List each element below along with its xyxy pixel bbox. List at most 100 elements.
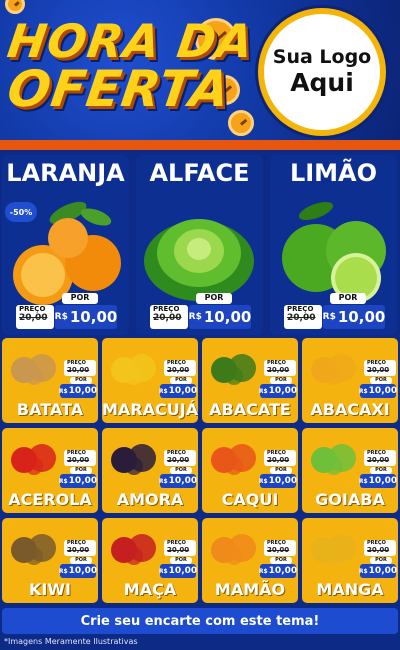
por-label: POR bbox=[370, 377, 392, 384]
price-label: PREÇO 20,00 bbox=[364, 450, 396, 466]
cta-banner[interactable]: Crie seu encarte com este tema! bbox=[2, 608, 398, 634]
header-banner: HORA DA OFERTA Sua Logo Aqui bbox=[0, 0, 400, 145]
new-price: R$ 10,00 bbox=[258, 474, 298, 488]
new-price: R$ 10,00 bbox=[258, 564, 298, 578]
product-card[interactable]: PREÇO 20,00 POR R$ 10,00 ABACATE bbox=[202, 338, 298, 423]
new-price: R$ 10,00 bbox=[158, 384, 198, 398]
product-card[interactable]: PREÇO 20,00 POR R$ 10,00 MANGA bbox=[302, 518, 398, 603]
product-name: CAQUI bbox=[221, 490, 279, 509]
new-price: R$ 10,00 bbox=[189, 305, 251, 329]
new-price: R$ 10,00 bbox=[358, 474, 398, 488]
por-label: POR bbox=[370, 557, 392, 564]
new-price: R$ 10,00 bbox=[58, 474, 98, 488]
old-price: 20,00 bbox=[287, 313, 316, 323]
featured-name: ALFACE bbox=[149, 159, 250, 187]
product-name: MANGA bbox=[316, 580, 384, 599]
old-price: 20,00 bbox=[19, 313, 48, 323]
lettuce-icon bbox=[144, 219, 254, 301]
price-label: PREÇO 20,00 bbox=[264, 360, 296, 376]
passion-fruit-icon bbox=[111, 354, 156, 385]
new-price: R$ 10,00 bbox=[158, 564, 198, 578]
product-name: MAÇA bbox=[123, 580, 177, 599]
acerola-icon bbox=[11, 444, 56, 475]
por-label: POR bbox=[330, 293, 366, 304]
guava-icon bbox=[311, 444, 356, 475]
por-label: POR bbox=[196, 293, 232, 304]
price-label: PREÇO 20,00 bbox=[364, 540, 396, 556]
por-label: POR bbox=[70, 467, 92, 474]
por-label: POR bbox=[170, 467, 192, 474]
clock-icon bbox=[5, 0, 25, 14]
price-label: PREÇO 20,00 bbox=[150, 305, 188, 329]
product-name: ABACAXI bbox=[310, 400, 390, 419]
papaya-icon bbox=[211, 534, 256, 565]
price-label: PREÇO 20,00 bbox=[264, 540, 296, 556]
logo-text-line1: Sua Logo bbox=[272, 45, 372, 68]
price-label: PREÇO 20,00 bbox=[164, 450, 196, 466]
price-label: PREÇO 20,00 bbox=[264, 450, 296, 466]
product-card[interactable]: PREÇO 20,00 POR R$ 10,00 MAMÃO bbox=[202, 518, 298, 603]
product-card[interactable]: PREÇO 20,00 POR R$ 10,00 ACEROLA bbox=[2, 428, 98, 513]
kiwi-icon bbox=[11, 534, 56, 565]
discount-badge: -50% bbox=[5, 202, 37, 222]
new-price: R$ 10,00 bbox=[258, 384, 298, 398]
logo-text-line2: Aqui bbox=[290, 67, 354, 97]
product-name: ACEROLA bbox=[8, 490, 92, 509]
featured-name: LARANJA bbox=[6, 159, 125, 187]
por-label: POR bbox=[270, 377, 292, 384]
new-price: R$ 10,00 bbox=[58, 564, 98, 578]
pineapple-icon bbox=[311, 354, 356, 385]
price-label: PREÇO 20,00 bbox=[364, 360, 396, 376]
new-price: R$ 10,00 bbox=[358, 564, 398, 578]
product-card[interactable]: PREÇO 20,00 POR R$ 10,00 KIWI bbox=[2, 518, 98, 603]
product-name: BATATA bbox=[16, 400, 84, 419]
old-price: 20,00 bbox=[153, 313, 182, 323]
price-label: PREÇO 20,00 bbox=[64, 450, 96, 466]
price-label: PREÇO 20,00 bbox=[164, 540, 196, 556]
potato-icon bbox=[11, 354, 56, 385]
product-card[interactable]: PREÇO 20,00 POR R$ 10,00 BATATA bbox=[2, 338, 98, 423]
por-label: POR bbox=[370, 467, 392, 474]
lime-icon bbox=[282, 201, 386, 303]
por-label: POR bbox=[170, 557, 192, 564]
product-name: ABACATE bbox=[209, 400, 291, 419]
price-label: PREÇO 20,00 bbox=[164, 360, 196, 376]
new-price: R$ 10,00 bbox=[158, 474, 198, 488]
price-label: PREÇO 20,00 bbox=[16, 305, 54, 329]
por-label: POR bbox=[270, 467, 292, 474]
featured-name: LIMÃO bbox=[289, 159, 378, 187]
price-label: PREÇO 20,00 bbox=[64, 360, 96, 376]
product-name: MARACUJÁ bbox=[102, 400, 198, 419]
product-card[interactable]: PREÇO 20,00 POR R$ 10,00 ABACAXI bbox=[302, 338, 398, 423]
logo-placeholder[interactable]: Sua Logo Aqui bbox=[258, 8, 386, 136]
new-price: R$ 10,00 bbox=[323, 305, 385, 329]
disclaimer: *Imagens Meramente Ilustrativas bbox=[4, 637, 138, 646]
product-card[interactable]: PREÇO 20,00 POR R$ 10,00 CAQUI bbox=[202, 428, 298, 513]
blackberry-icon bbox=[111, 444, 156, 475]
product-card[interactable]: PREÇO 20,00 POR R$ 10,00 MARACUJÁ bbox=[102, 338, 198, 423]
divider-strip bbox=[0, 140, 400, 150]
apple-icon bbox=[111, 534, 156, 565]
price-label: PREÇO 20,00 bbox=[284, 305, 322, 329]
por-label: POR bbox=[270, 557, 292, 564]
por-label: POR bbox=[62, 293, 98, 304]
new-price: R$ 10,00 bbox=[58, 384, 98, 398]
product-card[interactable]: PREÇO 20,00 POR R$ 10,00 MAÇA bbox=[102, 518, 198, 603]
persimmon-icon bbox=[211, 444, 256, 475]
product-card[interactable]: PREÇO 20,00 POR R$ 10,00 AMORA bbox=[102, 428, 198, 513]
por-label: POR bbox=[170, 377, 192, 384]
por-label: POR bbox=[70, 377, 92, 384]
title-line2: OFERTA bbox=[3, 60, 235, 118]
new-price: R$ 10,00 bbox=[358, 384, 398, 398]
avocado-icon bbox=[211, 354, 256, 385]
product-name: KIWI bbox=[29, 580, 71, 599]
product-name: GOIABA bbox=[315, 490, 385, 509]
mango-icon bbox=[311, 534, 356, 565]
new-price: R$ 10,00 bbox=[55, 305, 117, 329]
product-card[interactable]: PREÇO 20,00 POR R$ 10,00 GOIABA bbox=[302, 428, 398, 513]
clock-icon bbox=[228, 110, 254, 136]
product-name: MAMÃO bbox=[214, 580, 286, 599]
product-name: AMORA bbox=[116, 490, 184, 509]
price-label: PREÇO 20,00 bbox=[64, 540, 96, 556]
por-label: POR bbox=[70, 557, 92, 564]
